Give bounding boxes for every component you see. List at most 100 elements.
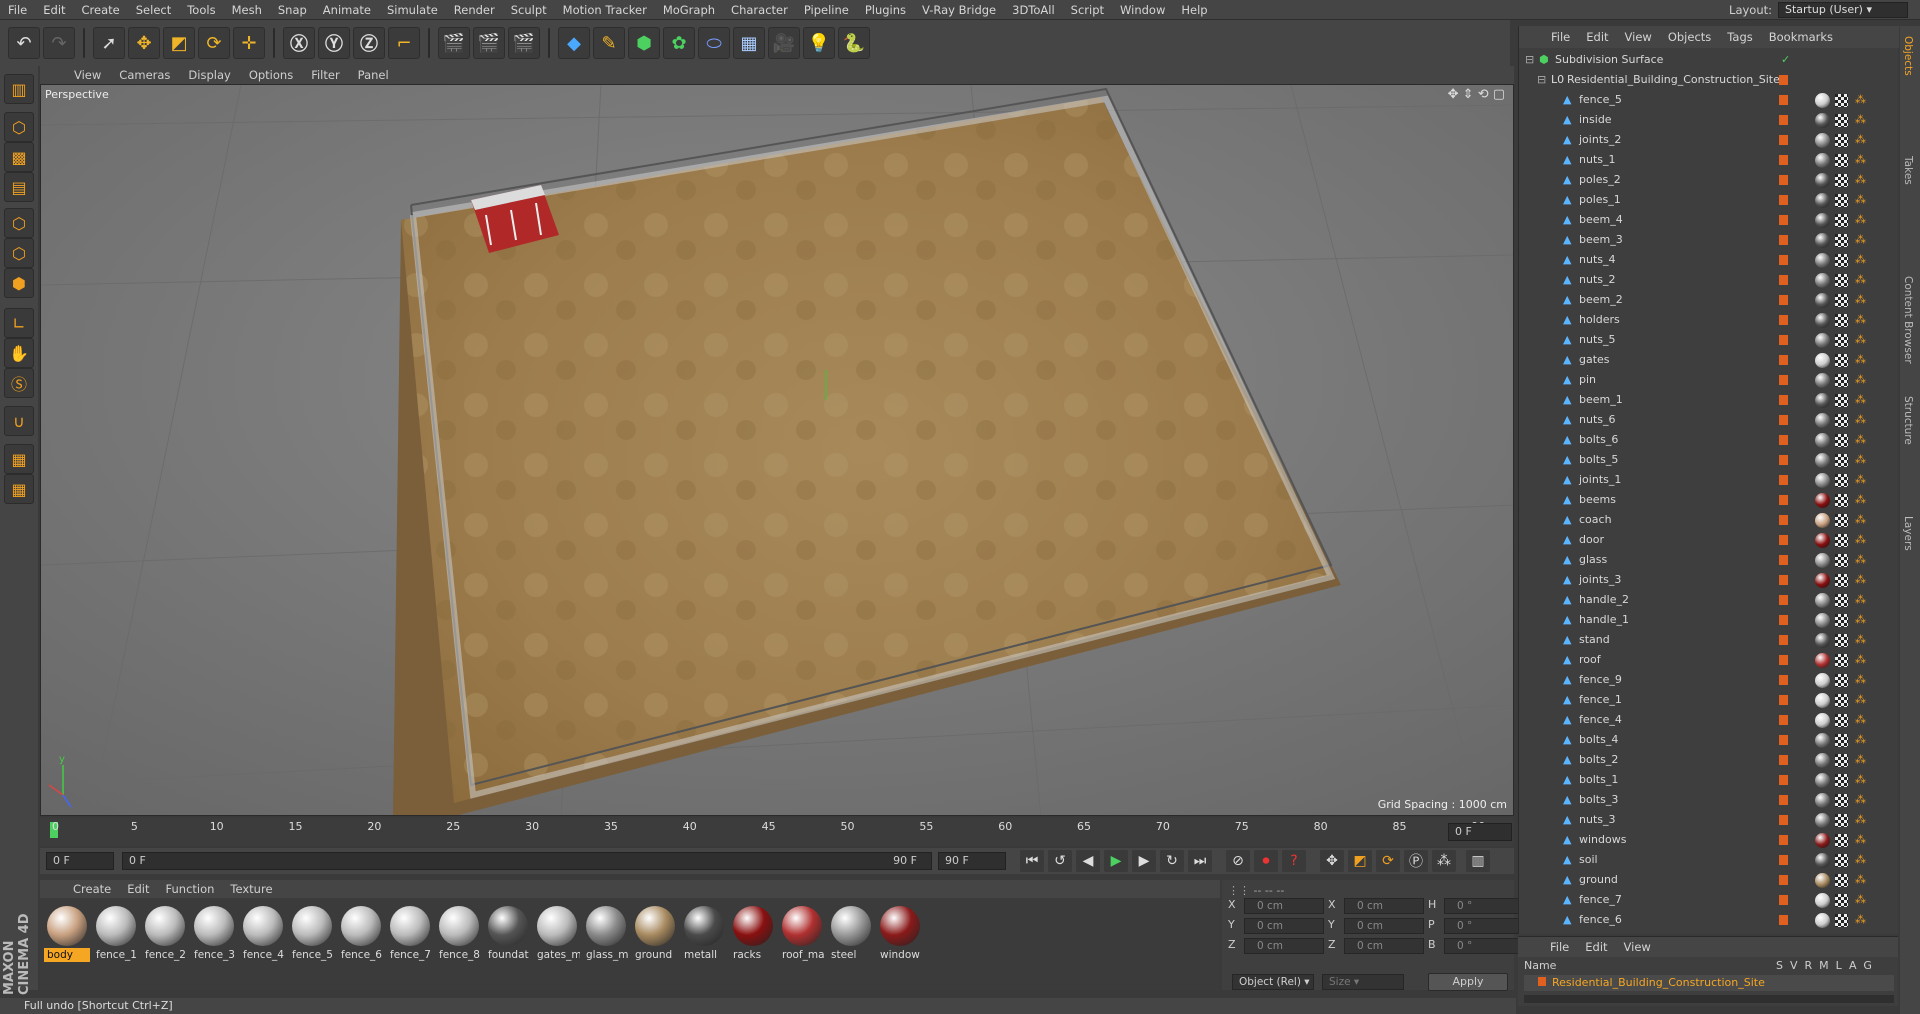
coordinate-system-icon[interactable]: ⌐ bbox=[388, 27, 420, 59]
material-tag-icon[interactable] bbox=[1815, 373, 1830, 388]
layer-color-icon[interactable] bbox=[1779, 215, 1788, 225]
layer-color-icon[interactable] bbox=[1779, 475, 1788, 485]
menu-item-select[interactable]: Select bbox=[128, 3, 179, 17]
uvw-tag-icon[interactable] bbox=[1835, 394, 1848, 407]
layer-row[interactable]: Residential_Building_Construction_Site bbox=[1524, 975, 1894, 991]
object-row[interactable]: ▲ inside ⁂ bbox=[1519, 110, 1895, 130]
menu-item-animate[interactable]: Animate bbox=[315, 3, 379, 17]
object-row[interactable]: ▲ handle_2 ⁂ bbox=[1519, 590, 1895, 610]
coord-field[interactable]: 0 ° bbox=[1444, 898, 1524, 914]
record-keys-icon[interactable]: ⏺ bbox=[1254, 850, 1278, 872]
key-rotation-icon[interactable]: ⟳ bbox=[1376, 850, 1400, 872]
material-swatch[interactable]: ground bbox=[632, 904, 678, 966]
object-row[interactable]: ▲ glass ⁂ bbox=[1519, 550, 1895, 570]
side-tab-objects[interactable]: Objects bbox=[1902, 36, 1914, 76]
uvw-tag-icon[interactable] bbox=[1835, 474, 1848, 487]
viewport-menu-view[interactable]: View bbox=[65, 68, 110, 82]
phong-tag-icon[interactable]: ⁂ bbox=[1855, 473, 1866, 486]
object-row[interactable]: ▲ beems ⁂ bbox=[1519, 490, 1895, 510]
material-tag-icon[interactable] bbox=[1815, 213, 1830, 228]
uvw-tag-icon[interactable] bbox=[1835, 494, 1848, 507]
layer-color-icon[interactable] bbox=[1779, 295, 1788, 305]
object-row[interactable]: ▲ beem_3 ⁂ bbox=[1519, 230, 1895, 250]
material-tag-icon[interactable] bbox=[1815, 413, 1830, 428]
material-tag-icon[interactable] bbox=[1815, 673, 1830, 688]
goto-start-icon[interactable]: ⏮ bbox=[1020, 850, 1044, 872]
viewport-nav-icons[interactable]: ✥ ⇕ ⟲ ▢ bbox=[1448, 87, 1505, 102]
render-settings-icon[interactable]: 🎬 bbox=[508, 27, 540, 59]
phong-tag-icon[interactable]: ⁂ bbox=[1855, 653, 1866, 666]
material-swatch[interactable]: racks bbox=[730, 904, 776, 966]
menu-item-tools[interactable]: Tools bbox=[179, 3, 223, 17]
snapping-icon[interactable]: ∪ bbox=[4, 406, 34, 436]
render-view-icon[interactable]: 🎬 bbox=[438, 27, 470, 59]
uvw-tag-icon[interactable] bbox=[1835, 114, 1848, 127]
uvw-tag-icon[interactable] bbox=[1835, 594, 1848, 607]
layer-color-icon[interactable] bbox=[1538, 977, 1546, 986]
phong-tag-icon[interactable]: ⁂ bbox=[1855, 613, 1866, 626]
om-menu-bookmarks[interactable]: Bookmarks bbox=[1761, 30, 1841, 44]
uvw-tag-icon[interactable] bbox=[1835, 834, 1848, 847]
prev-key-icon[interactable]: ↺ bbox=[1048, 850, 1072, 872]
uvw-tag-icon[interactable] bbox=[1835, 634, 1848, 647]
layer-color-icon[interactable] bbox=[1779, 735, 1788, 745]
phong-tag-icon[interactable]: ⁂ bbox=[1855, 333, 1866, 346]
subdivision-surface-icon[interactable]: ⬢ bbox=[628, 27, 660, 59]
layer-color-icon[interactable] bbox=[1779, 275, 1788, 285]
scale-tool-icon[interactable]: ◩ bbox=[163, 27, 195, 59]
make-editable-icon[interactable]: ▥ bbox=[4, 74, 34, 104]
om-menu-objects[interactable]: Objects bbox=[1660, 30, 1719, 44]
material-tag-icon[interactable] bbox=[1815, 873, 1830, 888]
material-swatch[interactable]: foundat bbox=[485, 904, 531, 966]
layer-color-icon[interactable] bbox=[1779, 415, 1788, 425]
side-tab-layers[interactable]: Layers bbox=[1902, 516, 1914, 551]
phong-tag-icon[interactable]: ⁂ bbox=[1855, 833, 1866, 846]
layer-color-icon[interactable] bbox=[1779, 895, 1788, 905]
phong-tag-icon[interactable]: ⁂ bbox=[1855, 213, 1866, 226]
uvw-tag-icon[interactable] bbox=[1835, 374, 1848, 387]
menu-item-motion-tracker[interactable]: Motion Tracker bbox=[555, 3, 655, 17]
menu-item-plugins[interactable]: Plugins bbox=[857, 3, 914, 17]
layer-color-icon[interactable] bbox=[1779, 515, 1788, 525]
menu-item-snap[interactable]: Snap bbox=[270, 3, 315, 17]
layer-color-icon[interactable] bbox=[1779, 135, 1788, 145]
layer-color-icon[interactable] bbox=[1779, 395, 1788, 405]
layer-color-icon[interactable] bbox=[1779, 95, 1788, 105]
material-tag-icon[interactable] bbox=[1815, 193, 1830, 208]
om-menu-edit[interactable]: Edit bbox=[1578, 30, 1616, 44]
layer-color-icon[interactable] bbox=[1779, 615, 1788, 625]
object-row[interactable]: ▲ fence_1 ⁂ bbox=[1519, 690, 1895, 710]
layer-color-icon[interactable] bbox=[1779, 795, 1788, 805]
layer-color-icon[interactable] bbox=[1779, 635, 1788, 645]
material-tag-icon[interactable] bbox=[1815, 773, 1830, 788]
material-tag-icon[interactable] bbox=[1815, 353, 1830, 368]
phong-tag-icon[interactable]: ⁂ bbox=[1855, 393, 1866, 406]
material-tag-icon[interactable] bbox=[1815, 453, 1830, 468]
om-menu-file[interactable]: File bbox=[1543, 30, 1578, 44]
layer-scrollbar[interactable] bbox=[1524, 995, 1894, 1003]
menu-item-mesh[interactable]: Mesh bbox=[224, 3, 270, 17]
material-swatch[interactable]: fence_4 bbox=[240, 904, 286, 966]
workplane-lock-icon[interactable]: ▦ bbox=[4, 444, 34, 474]
material-swatch[interactable]: fence_3 bbox=[191, 904, 237, 966]
layer-color-icon[interactable] bbox=[1779, 435, 1788, 445]
uvw-tag-icon[interactable] bbox=[1835, 254, 1848, 267]
uvw-tag-icon[interactable] bbox=[1835, 274, 1848, 287]
uvw-tag-icon[interactable] bbox=[1835, 334, 1848, 347]
layer-color-icon[interactable] bbox=[1779, 255, 1788, 265]
side-tab-takes[interactable]: Takes bbox=[1902, 156, 1914, 185]
object-row[interactable]: ▲ poles_2 ⁂ bbox=[1519, 170, 1895, 190]
material-tag-icon[interactable] bbox=[1815, 133, 1830, 148]
material-tag-icon[interactable] bbox=[1815, 273, 1830, 288]
phong-tag-icon[interactable]: ⁂ bbox=[1855, 353, 1866, 366]
object-row-root[interactable]: ⊟ ⬢ Subdivision Surface ✓ bbox=[1519, 50, 1895, 70]
floor-scene-icon[interactable]: ▦ bbox=[733, 27, 765, 59]
material-tag-icon[interactable] bbox=[1815, 253, 1830, 268]
object-row[interactable]: ▲ stand ⁂ bbox=[1519, 630, 1895, 650]
uvw-tag-icon[interactable] bbox=[1835, 654, 1848, 667]
layer-color-icon[interactable] bbox=[1779, 335, 1788, 345]
coord-field[interactable]: 0 cm bbox=[1244, 938, 1324, 954]
menu-item-3dtoall[interactable]: 3DToAll bbox=[1004, 3, 1063, 17]
viewport-menu-filter[interactable]: Filter bbox=[302, 68, 348, 82]
phong-tag-icon[interactable]: ⁂ bbox=[1855, 553, 1866, 566]
